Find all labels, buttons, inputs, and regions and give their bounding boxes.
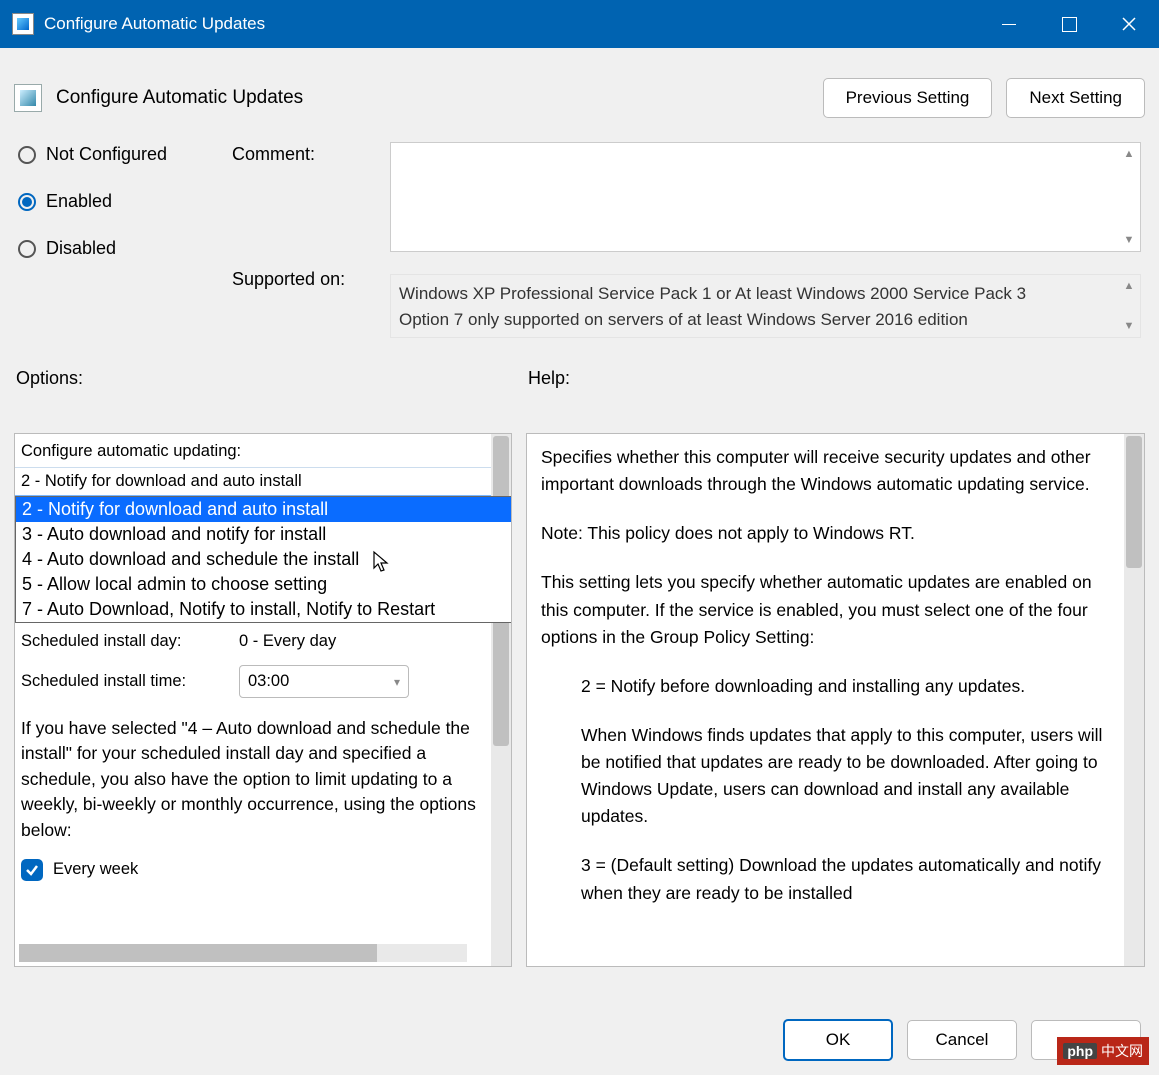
radio-icon [18, 193, 36, 211]
next-setting-button[interactable]: Next Setting [1006, 78, 1145, 118]
help-text: Specifies whether this computer will rec… [541, 444, 1110, 498]
supported-on-text: Windows XP Professional Service Pack 1 o… [390, 274, 1141, 338]
horizontal-scrollbar[interactable] [19, 944, 467, 962]
page-header: Configure Automatic Updates Previous Set… [14, 78, 1145, 118]
dropdown-option[interactable]: 4 - Auto download and schedule the insta… [16, 547, 512, 572]
radio-icon [18, 146, 36, 164]
titlebar: Configure Automatic Updates [0, 0, 1159, 48]
previous-setting-button[interactable]: Previous Setting [823, 78, 993, 118]
state-radio-group: Not Configured Enabled Disabled [14, 142, 214, 338]
window-controls [979, 0, 1159, 48]
window-title: Configure Automatic Updates [44, 14, 979, 34]
page-title: Configure Automatic Updates [56, 87, 303, 109]
configure-updating-select[interactable]: 2 - Notify for download and auto install [15, 467, 491, 496]
schedule-day-value: 0 - Every day [239, 632, 336, 651]
badge-cn: 中文网 [1101, 1041, 1143, 1061]
options-pane: Configure automatic updating: 2 - Notify… [14, 433, 512, 967]
schedule-day-label: Scheduled install day: [21, 632, 227, 651]
dropdown-option[interactable]: 5 - Allow local admin to choose setting [16, 572, 512, 597]
chevron-down-icon: ▾ [394, 675, 400, 689]
watermark-badge: php中文网 [1057, 1037, 1149, 1065]
scroll-up-icon[interactable]: ▲ [1120, 277, 1138, 295]
app-icon [12, 13, 34, 35]
scroll-up-icon[interactable]: ▲ [1120, 145, 1138, 163]
supported-line: Option 7 only supported on servers of at… [399, 307, 1114, 333]
scroll-down-icon[interactable]: ▼ [1120, 317, 1138, 335]
radio-label: Not Configured [46, 144, 167, 165]
options-section-label: Options: [16, 368, 528, 389]
comment-textarea[interactable]: ▲ ▼ [390, 142, 1141, 252]
radio-label: Enabled [46, 191, 112, 212]
dropdown-option[interactable]: 2 - Notify for download and auto install [16, 497, 512, 522]
vertical-scrollbar[interactable] [1124, 434, 1144, 966]
schedule-time-select[interactable]: 03:00 ▾ [239, 665, 409, 698]
close-button[interactable] [1099, 0, 1159, 48]
every-week-checkbox-row[interactable]: Every week [15, 853, 491, 887]
radio-icon [18, 240, 36, 258]
dropdown-option[interactable]: 3 - Auto download and notify for install [16, 522, 512, 547]
dropdown-option[interactable]: 7 - Auto Download, Notify to install, No… [16, 597, 512, 622]
help-pane: Specifies whether this computer will rec… [526, 433, 1145, 967]
comment-label: Comment: [232, 144, 372, 165]
radio-label: Disabled [46, 238, 116, 259]
schedule-note: If you have selected "4 – Auto download … [15, 712, 491, 853]
cancel-button[interactable]: Cancel [907, 1020, 1017, 1060]
maximize-button[interactable] [1039, 0, 1099, 48]
radio-not-configured[interactable]: Not Configured [18, 144, 214, 165]
supported-line: Windows XP Professional Service Pack 1 o… [399, 281, 1114, 307]
scroll-down-icon[interactable]: ▼ [1120, 231, 1138, 249]
window: Configure Automatic Updates Configure Au… [0, 0, 1159, 1075]
help-text: 3 = (Default setting) Download the updat… [541, 852, 1110, 906]
schedule-time-value: 03:00 [248, 672, 289, 690]
minimize-button[interactable] [979, 0, 1039, 48]
radio-enabled[interactable]: Enabled [18, 191, 214, 212]
badge-text: php [1063, 1043, 1097, 1059]
supported-label: Supported on: [232, 269, 372, 290]
configure-updating-label: Configure automatic updating: [15, 434, 491, 467]
help-section-label: Help: [528, 368, 570, 389]
help-text: This setting lets you specify whether au… [541, 569, 1110, 650]
policy-icon [14, 84, 42, 112]
configure-updating-dropdown: 2 - Notify for download and auto install… [15, 496, 512, 623]
help-text: 2 = Notify before downloading and instal… [541, 673, 1110, 700]
checkbox-checked-icon [21, 859, 43, 881]
every-week-label: Every week [53, 860, 138, 879]
radio-disabled[interactable]: Disabled [18, 238, 214, 259]
help-text: Note: This policy does not apply to Wind… [541, 520, 1110, 547]
schedule-time-label: Scheduled install time: [21, 672, 227, 691]
ok-button[interactable]: OK [783, 1019, 893, 1061]
help-text: When Windows finds updates that apply to… [541, 722, 1110, 831]
